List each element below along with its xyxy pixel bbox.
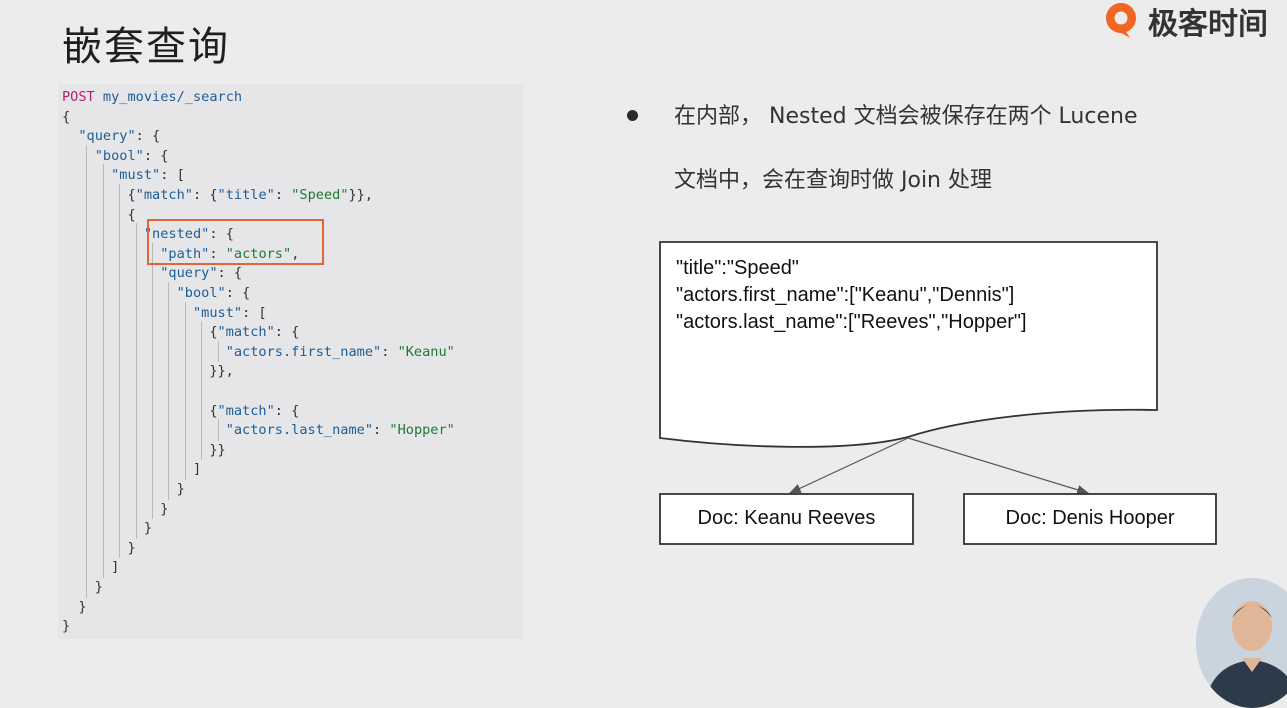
- target-doc-denis-label: Doc: Denis Hooper: [1005, 507, 1175, 529]
- source-doc-line-first-name: "actors.first_name":["Keanu","Dennis"]: [676, 284, 1015, 306]
- arrow-to-denis: [907, 437, 1090, 495]
- source-doc-line-last-name: "actors.last_name":["Reeves","Hopper"]: [676, 311, 1027, 333]
- target-doc-keanu-label: Doc: Keanu Reeves: [697, 507, 876, 529]
- nested-doc-diagram: [659, 241, 1217, 545]
- source-doc-line-title: "title":"Speed": [676, 257, 799, 279]
